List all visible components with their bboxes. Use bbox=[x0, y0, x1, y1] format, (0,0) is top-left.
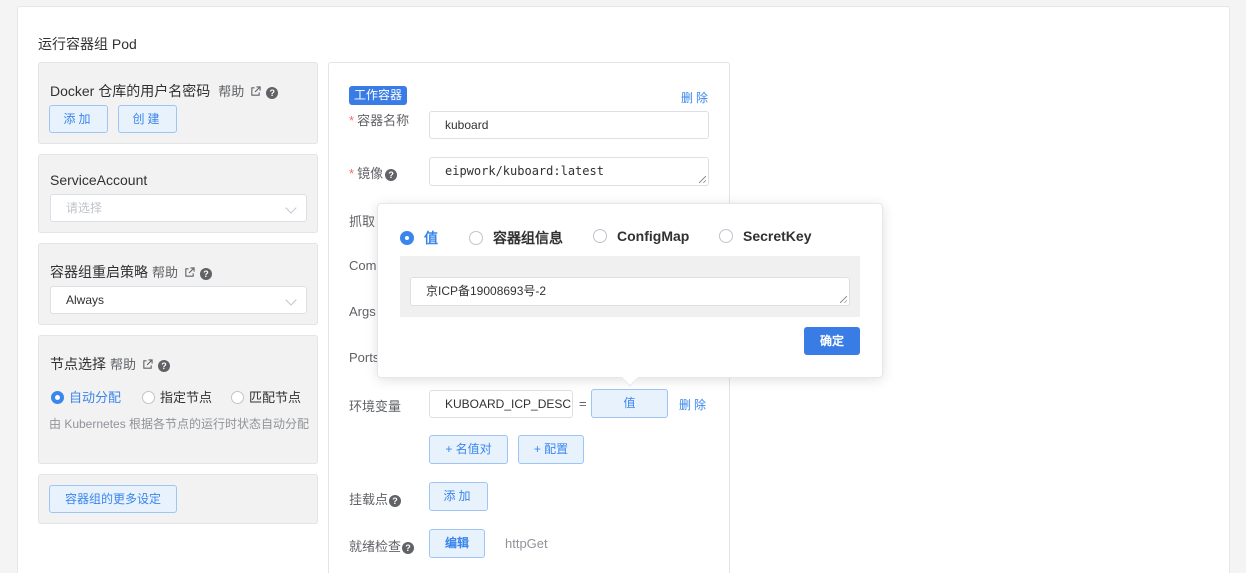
service-account-placeholder: 请选择 bbox=[66, 201, 103, 215]
radio-dot bbox=[51, 391, 64, 404]
radio-configmap[interactable]: ConfigMap bbox=[593, 228, 689, 244]
registry-title: Docker 仓库的用户名密码 bbox=[50, 83, 211, 99]
radio-label: 值 bbox=[424, 230, 438, 246]
radio-label: 匹配节点 bbox=[249, 390, 302, 405]
registry-title-row: Docker 仓库的用户名密码 帮助? bbox=[50, 81, 279, 101]
popover-value-text: 京ICP备19008693号-2 bbox=[426, 284, 547, 298]
command-label: Com bbox=[349, 258, 377, 273]
radio-label: 自动分配 bbox=[69, 390, 122, 405]
confirm-button[interactable]: 确定 bbox=[804, 327, 860, 355]
image-label-text: 镜像 bbox=[357, 166, 384, 181]
radio-dot bbox=[593, 229, 607, 243]
resize-handle-icon[interactable] bbox=[699, 176, 706, 183]
readiness-value: httpGet bbox=[505, 536, 548, 551]
restart-policy-title-row: 容器组重启策略 帮助? bbox=[50, 262, 213, 282]
radio-label: 容器组信息 bbox=[493, 230, 563, 246]
registry-create-button[interactable]: 创建 bbox=[118, 105, 177, 133]
container-name-input[interactable]: kuboard bbox=[429, 111, 709, 139]
args-label: Args bbox=[349, 304, 376, 319]
node-selection-description: 由 Kubernetes 根据各节点的运行时状态自动分配 bbox=[49, 417, 310, 431]
question-icon[interactable]: ? bbox=[402, 542, 415, 554]
service-account-title: ServiceAccount bbox=[50, 172, 148, 188]
question-icon[interactable]: ? bbox=[385, 169, 398, 181]
env-equals: = bbox=[579, 396, 587, 411]
chevron-down-icon bbox=[285, 202, 297, 214]
question-icon[interactable]: ? bbox=[266, 87, 279, 99]
radio-dot bbox=[469, 231, 483, 245]
radio-label: SecretKey bbox=[743, 228, 812, 244]
radio-pod-info[interactable]: 容器组信息 bbox=[469, 228, 563, 248]
external-link-icon[interactable] bbox=[184, 267, 195, 278]
required-mark: * bbox=[349, 166, 355, 181]
question-icon[interactable]: ? bbox=[389, 495, 402, 507]
container-delete-link[interactable]: 删除 bbox=[681, 89, 711, 106]
image-value: eipwork/kuboard:latest bbox=[445, 164, 604, 178]
radio-secretkey[interactable]: SecretKey bbox=[719, 228, 812, 244]
node-selection-title-row: 节点选择 帮助? bbox=[50, 354, 171, 374]
radio-dot bbox=[719, 229, 733, 243]
radio-match-node[interactable]: 匹配节点 bbox=[231, 387, 301, 406]
mount-label-text: 挂载点 bbox=[349, 492, 389, 507]
external-link-icon[interactable] bbox=[250, 86, 261, 97]
node-selection-title: 节点选择 bbox=[50, 356, 106, 372]
radio-dot bbox=[231, 391, 244, 404]
image-label: * 镜像? bbox=[349, 163, 398, 182]
question-icon[interactable]: ? bbox=[158, 360, 171, 372]
section-title: 运行容器组 Pod bbox=[38, 36, 137, 52]
ports-label: Ports bbox=[349, 350, 380, 365]
more-settings-button[interactable]: 容器组的更多设定 bbox=[49, 485, 177, 513]
service-account-panel: ServiceAccount 请选择 bbox=[38, 154, 318, 233]
radio-value[interactable]: 值 bbox=[400, 228, 438, 248]
name-label: * 容器名称 bbox=[349, 110, 409, 129]
env-delete-link[interactable]: 删除 bbox=[679, 396, 709, 413]
container-tag: 工作容器 bbox=[349, 86, 408, 105]
image-input[interactable]: eipwork/kuboard:latest bbox=[429, 157, 709, 186]
registry-help-link[interactable]: 帮助 bbox=[218, 84, 244, 99]
node-selection-help-link[interactable]: 帮助 bbox=[110, 357, 136, 372]
env-value-popover: 值 容器组信息 ConfigMap SecretKey 京ICP备1900869… bbox=[377, 203, 883, 387]
readiness-label-text: 就绪检查 bbox=[349, 539, 402, 554]
add-kv-button[interactable]: + 名值对 bbox=[429, 435, 508, 464]
env-label: 环境变量 bbox=[349, 399, 402, 414]
mount-label: 挂载点? bbox=[349, 489, 402, 508]
chevron-down-icon bbox=[285, 294, 297, 306]
env-key-input[interactable]: KUBOARD_ICP_DESC bbox=[429, 390, 573, 418]
restart-policy-select[interactable]: Always bbox=[50, 286, 307, 314]
radio-dot bbox=[400, 231, 414, 245]
readiness-label: 就绪检查? bbox=[349, 536, 415, 555]
restart-policy-help-link[interactable]: 帮助 bbox=[152, 265, 178, 280]
service-account-select[interactable]: 请选择 bbox=[50, 194, 307, 222]
mount-add-button[interactable]: 添加 bbox=[429, 482, 488, 511]
question-icon[interactable]: ? bbox=[200, 268, 213, 280]
radio-specify-node[interactable]: 指定节点 bbox=[142, 387, 212, 406]
restart-policy-title: 容器组重启策略 bbox=[50, 264, 148, 280]
popover-value-area: 京ICP备19008693号-2 bbox=[400, 256, 860, 317]
radio-label: 指定节点 bbox=[160, 390, 213, 405]
external-link-icon[interactable] bbox=[142, 359, 153, 370]
restart-policy-panel: 容器组重启策略 帮助? Always bbox=[38, 243, 318, 325]
pull-label: 抓取 bbox=[349, 214, 376, 229]
readiness-edit-button[interactable]: 编辑 bbox=[429, 529, 485, 558]
radio-dot bbox=[142, 391, 155, 404]
add-config-button[interactable]: + 配置 bbox=[518, 435, 584, 464]
registry-add-button[interactable]: 添加 bbox=[49, 105, 108, 133]
popover-value-input[interactable]: 京ICP备19008693号-2 bbox=[410, 277, 850, 306]
radio-label: ConfigMap bbox=[617, 228, 690, 244]
env-value-button[interactable]: 值 bbox=[591, 389, 668, 418]
required-mark: * bbox=[349, 113, 355, 128]
resize-handle-icon[interactable] bbox=[840, 296, 847, 303]
restart-policy-value: Always bbox=[66, 293, 105, 307]
radio-auto-assign[interactable]: 自动分配 bbox=[51, 387, 121, 406]
name-label-text: 容器名称 bbox=[357, 113, 410, 128]
